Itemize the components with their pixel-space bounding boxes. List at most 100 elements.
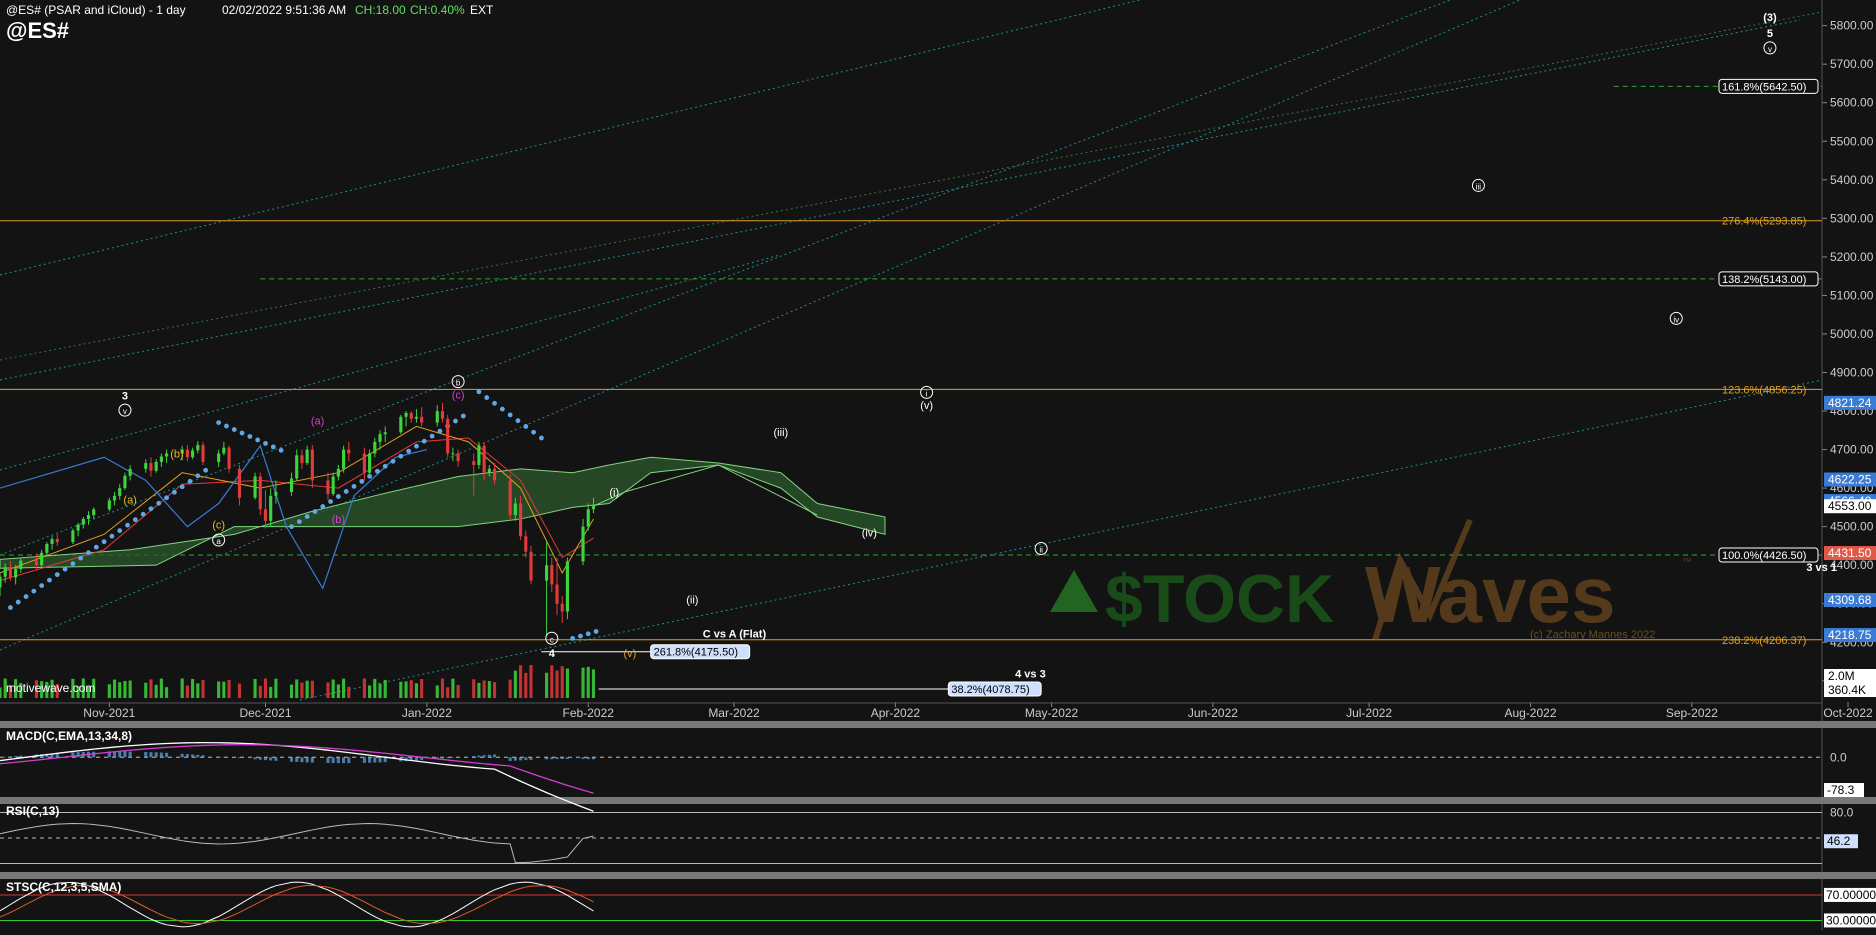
volume-bar xyxy=(332,679,335,698)
wave-label: (b) xyxy=(332,514,345,526)
background xyxy=(0,0,1876,930)
candle-body xyxy=(264,509,267,521)
volume-bar xyxy=(108,684,111,698)
candle-body xyxy=(514,504,517,516)
panel-separator xyxy=(0,797,1876,804)
fib-level-label: 276.4%(5293.85) xyxy=(1722,216,1806,228)
candle-body xyxy=(269,496,272,521)
psar-dot xyxy=(102,539,107,544)
price-marker-label: 4821.24 xyxy=(1828,396,1872,410)
psar-dot xyxy=(328,499,333,504)
psar-dot xyxy=(133,517,138,522)
psar-dot xyxy=(336,494,341,499)
psar-dot xyxy=(305,514,310,519)
price-tick-label: 5200.00 xyxy=(1830,250,1874,264)
macd-histogram-bar xyxy=(519,757,522,760)
price-marker-label: 4218.75 xyxy=(1828,628,1872,642)
psar-dot xyxy=(39,583,44,588)
price-marker-label: 4553.00 xyxy=(1828,499,1872,513)
candle-body xyxy=(149,463,152,471)
volume-bar xyxy=(290,685,293,698)
candle-body xyxy=(4,567,7,577)
volume-bar xyxy=(514,671,517,698)
wave-label: i xyxy=(926,389,928,398)
candle-body xyxy=(113,496,116,501)
candle-body xyxy=(524,536,527,551)
volume-bar xyxy=(399,682,402,698)
price-tick-label: 5000.00 xyxy=(1830,327,1874,341)
price-marker-label: 4431.50 xyxy=(1828,546,1872,560)
volume-bar xyxy=(326,682,329,698)
macd-histogram-bar xyxy=(311,757,314,762)
macd-histogram-bar xyxy=(160,753,163,758)
psar-dot xyxy=(398,454,403,459)
volume-bar xyxy=(509,680,512,698)
price-marker-label: 360.4K xyxy=(1828,683,1866,697)
logo-text-stock: $TOCK xyxy=(1105,561,1334,637)
candle-body xyxy=(259,477,262,510)
chart-svg[interactable]: 5800.005700.005600.005500.005400.005300.… xyxy=(0,0,1876,930)
fib-level-label: 238.2%(4206.37) xyxy=(1722,635,1806,647)
price-tick-label: 5400.00 xyxy=(1830,173,1874,187)
psar-dot xyxy=(70,561,75,566)
psar-dot xyxy=(232,427,237,432)
psar-dot xyxy=(216,420,221,425)
psar-dot xyxy=(86,550,91,555)
volume-bar xyxy=(550,665,553,698)
psar-dot xyxy=(195,473,200,478)
volume-bar xyxy=(149,679,152,698)
volume-bar xyxy=(566,669,569,698)
macd-histogram-bar xyxy=(238,757,241,758)
psar-dot xyxy=(172,490,177,495)
time-tick-label: Oct-2022 xyxy=(1823,706,1873,720)
time-tick-label: Jun-2022 xyxy=(1188,706,1238,720)
candle-body xyxy=(566,561,569,611)
fib-level-label: 100.0%(4426.50) xyxy=(1722,550,1806,562)
rsi-panel-label: RSI(C,13) xyxy=(6,804,59,818)
candle-body xyxy=(555,584,558,603)
psar-dot xyxy=(149,506,154,511)
macd-histogram-bar xyxy=(587,757,590,759)
psar-dot xyxy=(125,523,130,528)
candle-body xyxy=(160,457,163,462)
stsc-marker-label: 30.00000 xyxy=(1826,913,1876,927)
macd-histogram-bar xyxy=(342,757,345,763)
macd-histogram-bar xyxy=(165,753,168,757)
macd-histogram-bar xyxy=(555,757,558,759)
panel-separator xyxy=(0,872,1876,879)
psar-dot xyxy=(586,631,591,636)
volume-bar xyxy=(524,673,527,698)
macd-histogram-bar xyxy=(326,757,329,763)
candle-body xyxy=(238,469,241,498)
fib-level-label: 123.6%(4856.25) xyxy=(1722,384,1806,396)
macd-histogram-bar xyxy=(19,756,22,758)
candle-body xyxy=(337,469,340,477)
chart-root[interactable]: 5800.005700.005600.005500.005400.005300.… xyxy=(0,0,1876,930)
wave-label: (c) xyxy=(212,520,225,532)
candle-body xyxy=(290,478,293,491)
wave-label: (b) xyxy=(170,448,183,460)
macd-histogram-bar xyxy=(368,757,371,762)
volume-bar xyxy=(529,665,532,698)
macd-histogram-bar xyxy=(77,752,80,757)
candle-body xyxy=(217,453,220,461)
volume-bar xyxy=(384,680,387,698)
macd-histogram-bar xyxy=(290,757,293,761)
wave-label: iii xyxy=(1476,182,1482,191)
psar-dot xyxy=(594,629,599,634)
candle-body xyxy=(415,417,418,419)
macd-histogram-bar xyxy=(300,757,303,762)
candle-body xyxy=(363,453,366,472)
candle-body xyxy=(227,448,230,469)
panel-separator xyxy=(0,721,1876,728)
candle-body xyxy=(92,509,95,515)
volume-bar xyxy=(269,687,272,698)
psar-dot xyxy=(516,418,521,423)
motivewave-watermark: motivewave.com xyxy=(6,681,95,695)
psar-dot xyxy=(484,395,489,400)
change-percent: CH:0.40% xyxy=(410,3,465,17)
candle-body xyxy=(326,480,329,493)
macd-histogram-bar xyxy=(550,757,553,759)
psar-dot xyxy=(578,634,583,639)
volume-bar xyxy=(274,679,277,698)
